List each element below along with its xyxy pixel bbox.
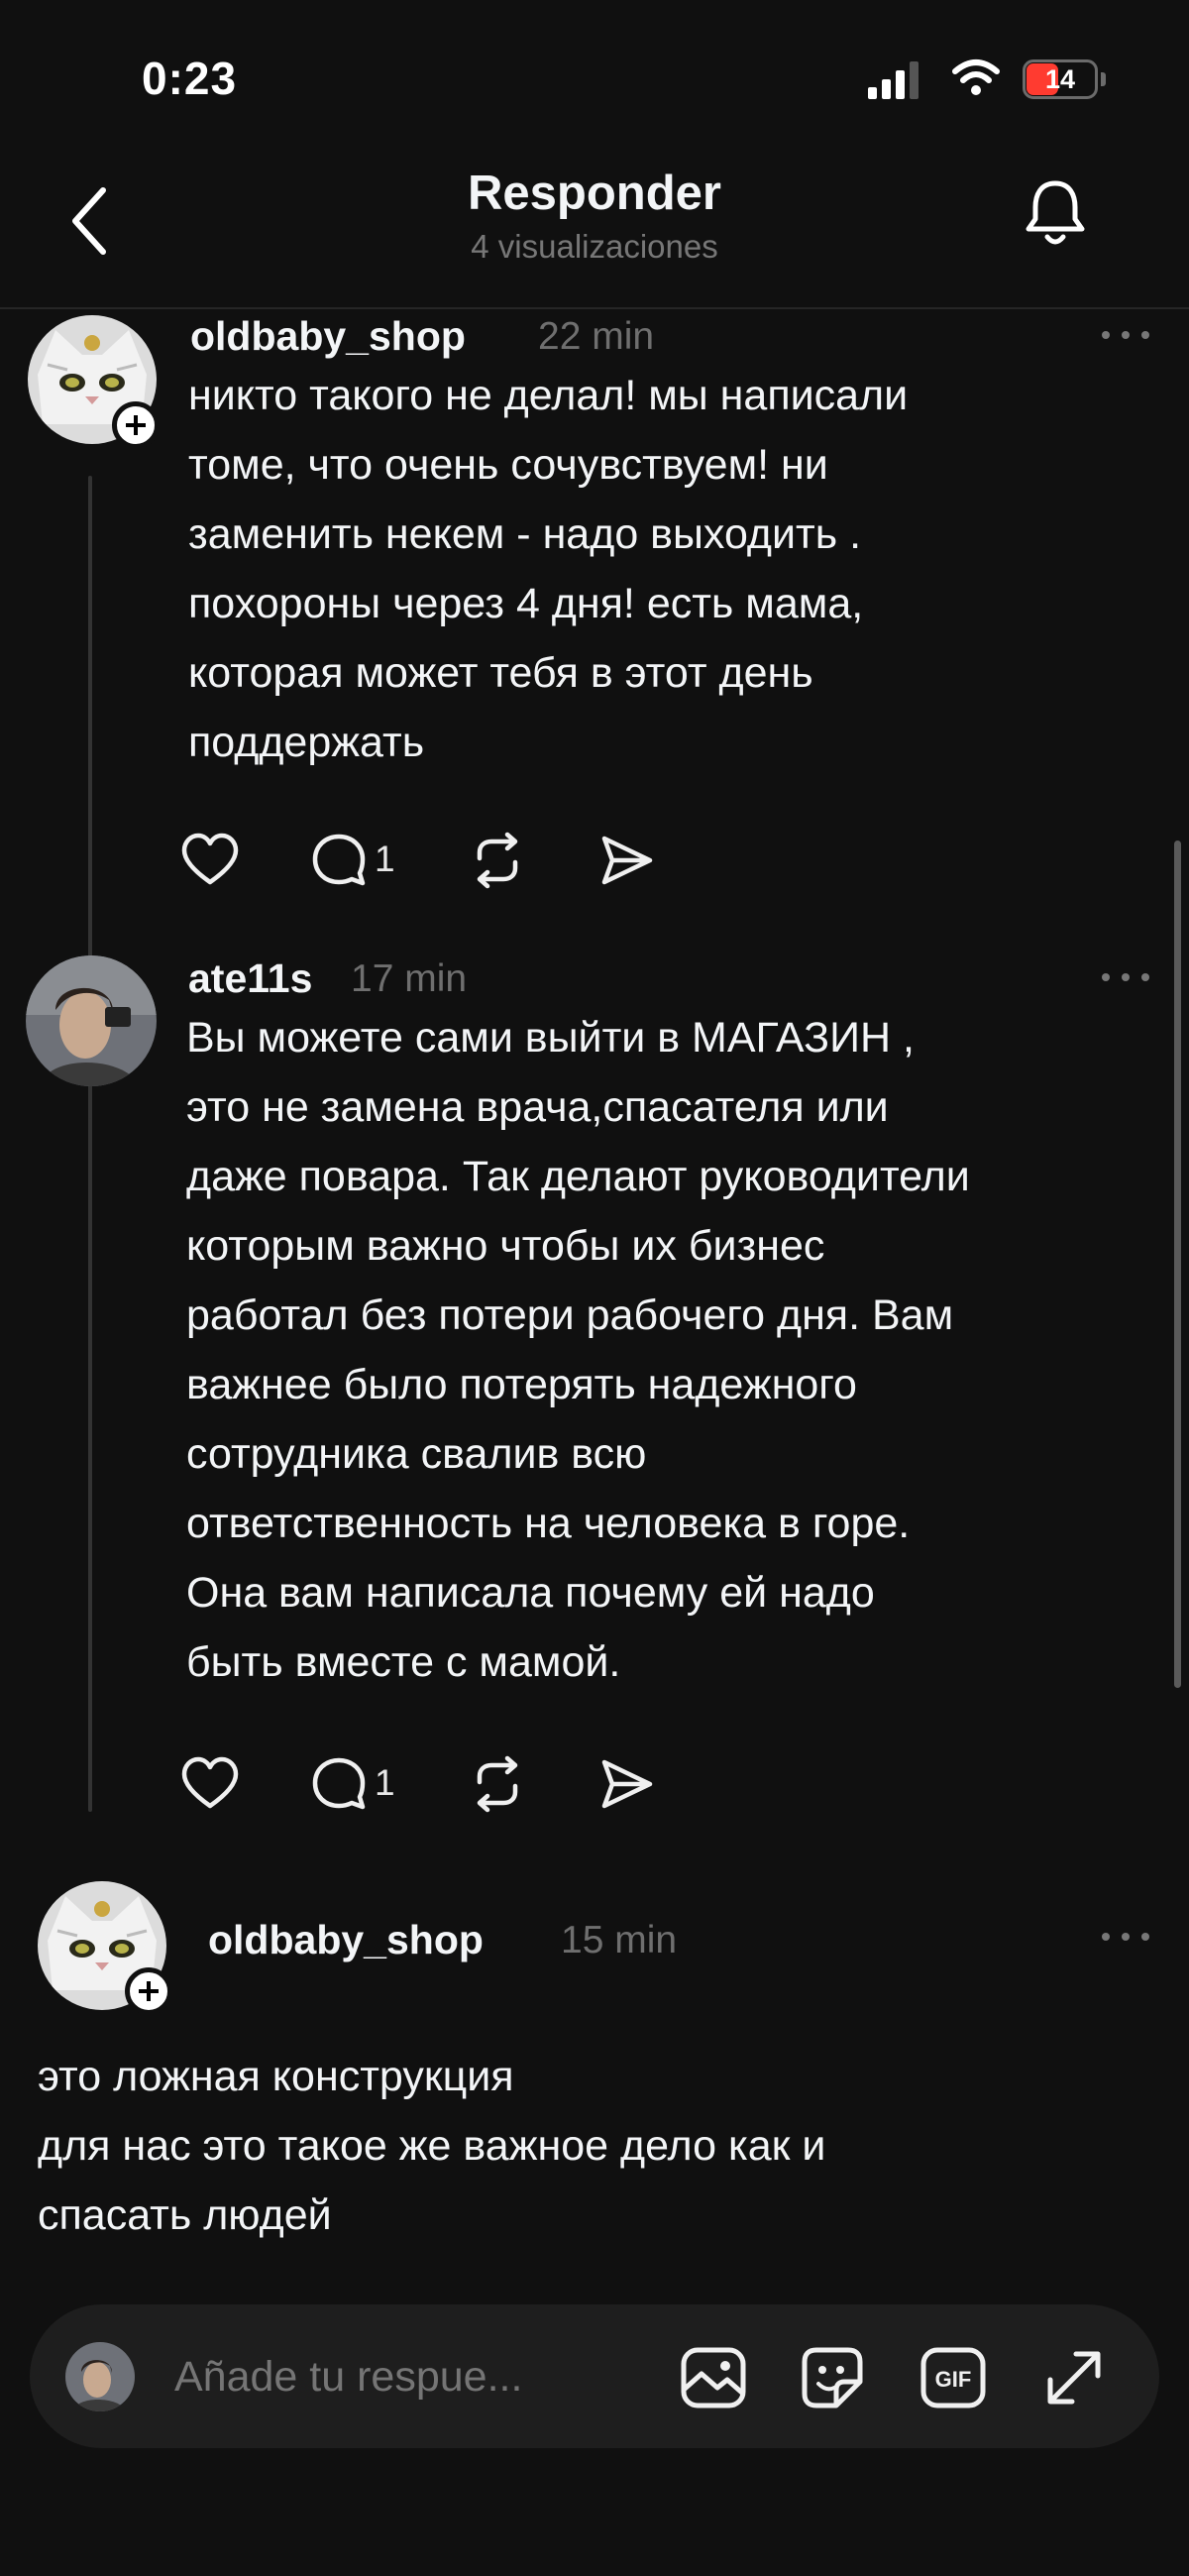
bell-icon[interactable] xyxy=(1021,173,1090,253)
heart-icon[interactable] xyxy=(180,1754,240,1814)
thread-line xyxy=(88,1118,92,1812)
post-text: никто такого не делал! мы написали томе,… xyxy=(188,372,909,766)
sticker-icon[interactable] xyxy=(797,2342,868,2413)
wifi-icon xyxy=(952,59,1000,95)
repost-icon[interactable] xyxy=(468,831,527,890)
more-options-icon[interactable] xyxy=(1098,961,1157,991)
more-options-icon[interactable] xyxy=(1098,1921,1157,1951)
post-actions: 1 xyxy=(180,831,696,890)
avatar xyxy=(65,2342,135,2411)
username[interactable]: ate11s xyxy=(188,955,312,1002)
view-count: 4 visualizaciones xyxy=(471,228,718,265)
username[interactable]: oldbaby_shop xyxy=(208,1917,484,1963)
expand-icon[interactable] xyxy=(1038,2342,1110,2413)
post-text: Вы можете сами выйти в МАГАЗИН , это не … xyxy=(186,1014,970,1686)
share-icon[interactable] xyxy=(596,831,656,890)
post-actions: 1 xyxy=(180,1754,696,1814)
post-time: 15 min xyxy=(561,1919,678,1961)
more-options-icon[interactable] xyxy=(1098,319,1157,349)
reply-composer: GIF xyxy=(30,2304,1159,2448)
share-icon[interactable] xyxy=(596,1754,656,1814)
signal-icon xyxy=(868,61,919,99)
repost-icon[interactable] xyxy=(468,1754,527,1814)
scrollbar[interactable] xyxy=(1174,840,1181,1688)
gif-label: GIF xyxy=(935,2367,972,2392)
page-title: Responder xyxy=(468,167,721,220)
comment-icon[interactable] xyxy=(309,831,369,890)
reply-count: 1 xyxy=(375,1762,395,1803)
comment-icon[interactable] xyxy=(309,1754,369,1814)
battery-level: 14 xyxy=(1044,64,1076,94)
post-time: 22 min xyxy=(538,315,655,358)
battery-indicator: 14 xyxy=(1023,59,1106,99)
image-icon[interactable] xyxy=(678,2342,749,2413)
reply-count: 1 xyxy=(375,839,395,879)
post-time: 17 min xyxy=(351,957,468,1000)
gif-icon[interactable]: GIF xyxy=(918,2342,989,2413)
status-time: 0:23 xyxy=(142,53,238,104)
follow-plus-icon[interactable] xyxy=(125,1967,172,2015)
follow-plus-icon[interactable] xyxy=(112,401,160,449)
reply-input[interactable] xyxy=(174,2344,571,2409)
username[interactable]: oldbaby_shop xyxy=(190,313,466,360)
avatar[interactable] xyxy=(26,955,157,1086)
heart-icon[interactable] xyxy=(180,831,240,890)
status-bar: 0:23 14 xyxy=(0,0,1189,159)
